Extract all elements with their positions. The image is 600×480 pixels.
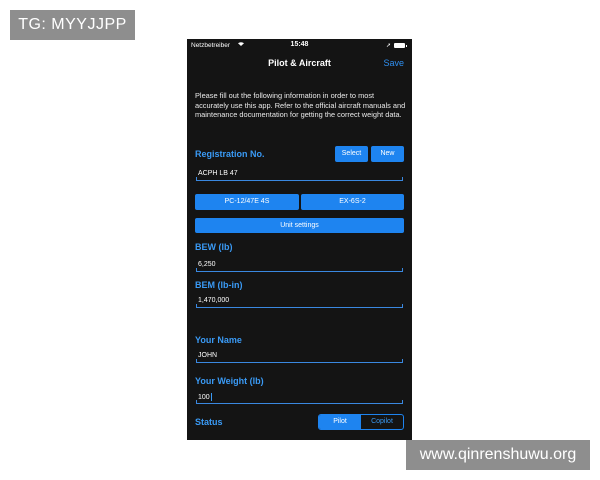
bew-label: BEW (lb): [195, 242, 233, 252]
your-name-field[interactable]: JOHN: [196, 351, 403, 363]
watermark-bottom-right: www.qinrenshuwu.org: [406, 440, 590, 470]
new-button[interactable]: New: [371, 146, 404, 162]
field-tick: [196, 304, 197, 308]
select-button[interactable]: Select: [335, 146, 368, 162]
your-weight-field[interactable]: 100: [196, 392, 403, 404]
aircraft-type-button[interactable]: PC-12/47E 4S: [195, 194, 299, 210]
field-tick: [196, 400, 197, 404]
save-button[interactable]: Save: [383, 58, 404, 68]
registration-value: ACPH LB 47: [198, 170, 238, 177]
unit-settings-button[interactable]: Unit settings: [195, 218, 404, 233]
status-segmented-control: Pilot Copilot: [318, 414, 404, 430]
text-cursor: [210, 393, 212, 401]
field-tick: [402, 400, 403, 404]
field-tick: [196, 268, 197, 272]
field-underline: [196, 271, 403, 272]
your-name-label: Your Name: [195, 335, 242, 345]
bew-field[interactable]: 6,250: [196, 260, 403, 272]
aircraft-variant-button[interactable]: EX-6S-2: [301, 194, 404, 210]
field-tick: [196, 177, 197, 181]
status-option-copilot[interactable]: Copilot: [361, 415, 403, 429]
field-underline: [196, 180, 403, 181]
your-weight-value: 100: [198, 393, 210, 401]
field-underline: [196, 307, 403, 308]
bem-label: BEM (lb-in): [195, 280, 243, 290]
intro-text: Please fill out the following informatio…: [195, 91, 406, 119]
field-underline: [196, 403, 403, 404]
page-title: Pilot & Aircraft: [268, 58, 331, 68]
status-option-pilot[interactable]: Pilot: [319, 415, 361, 429]
registration-label: Registration No.: [195, 149, 265, 159]
location-arrow-icon: ➚: [386, 43, 392, 49]
field-tick: [196, 359, 197, 363]
bem-field[interactable]: 1,470,000: [196, 296, 403, 308]
status-label: Status: [195, 417, 223, 427]
navigation-bar: Pilot & Aircraft Save: [187, 52, 412, 76]
battery-icon: [394, 43, 407, 48]
field-tick: [402, 268, 403, 272]
field-tick: [402, 304, 403, 308]
status-time: 15:48: [290, 41, 309, 48]
field-underline: [196, 362, 403, 363]
phone-screen: Netzbetreiber 15:48 ➚ Pilot & Aircraft S…: [187, 39, 412, 440]
field-tick: [402, 177, 403, 181]
status-bar: Netzbetreiber 15:48 ➚: [187, 39, 412, 52]
your-name-value: JOHN: [198, 352, 218, 359]
bem-value: 1,470,000: [198, 297, 230, 304]
field-tick: [402, 359, 403, 363]
your-weight-label: Your Weight (lb): [195, 376, 264, 386]
your-weight-input: 100: [198, 393, 212, 401]
watermark-top-left: TG: MYYJJPP: [10, 10, 135, 40]
registration-field[interactable]: ACPH LB 47: [196, 169, 403, 181]
bew-value: 6,250: [198, 261, 216, 268]
